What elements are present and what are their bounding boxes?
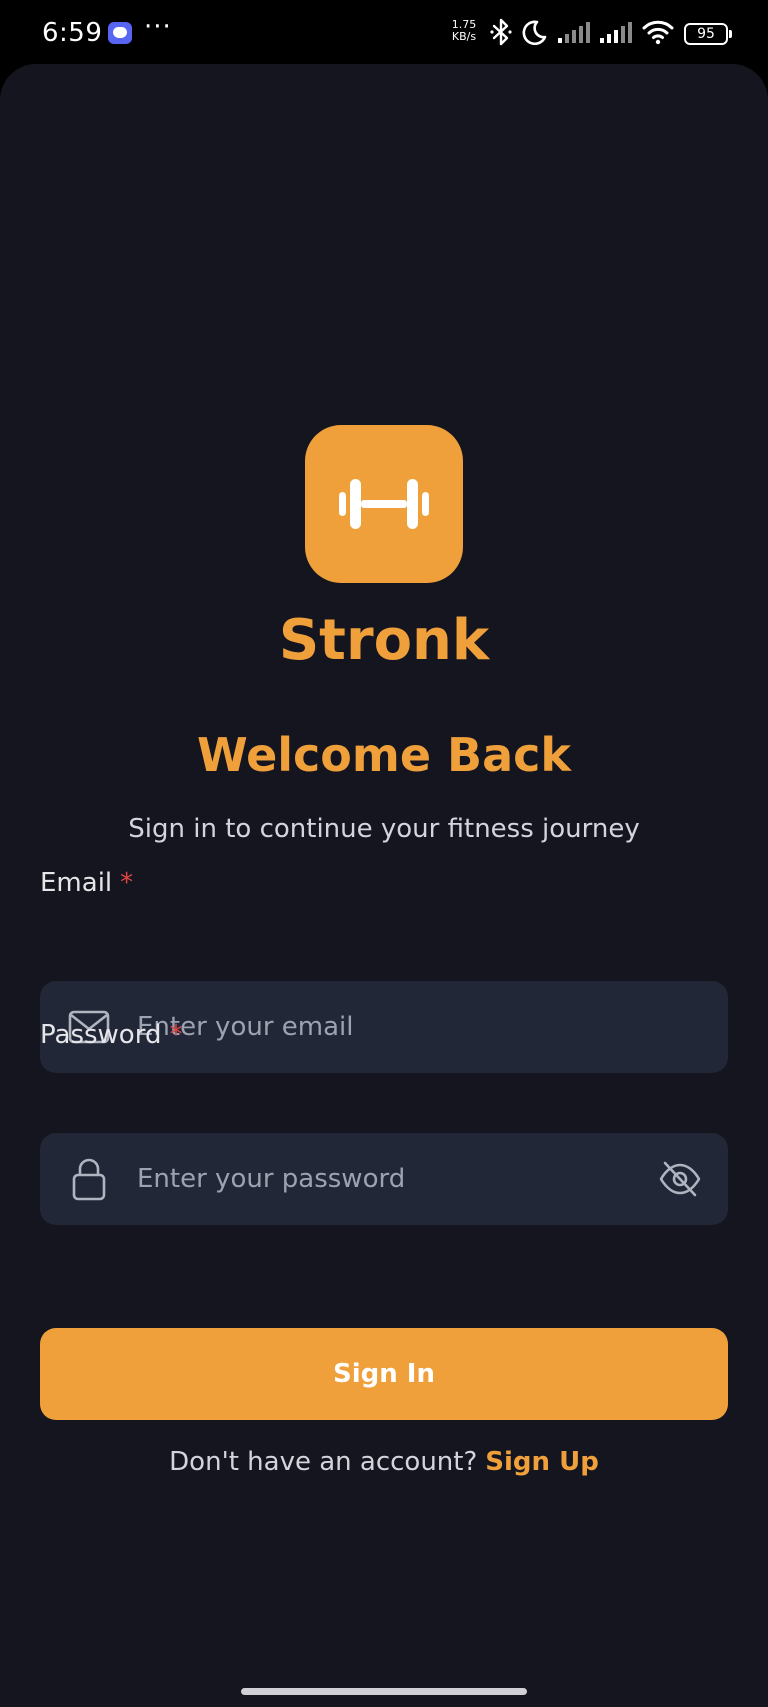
password-input[interactable] xyxy=(137,1133,607,1225)
app-logo xyxy=(305,425,463,583)
email-input[interactable] xyxy=(137,981,607,1073)
dumbbell-icon xyxy=(339,479,429,529)
do-not-disturb-moon-icon xyxy=(522,19,548,49)
cellular-signal-2-icon xyxy=(600,21,632,47)
discord-notification-icon xyxy=(108,22,132,44)
signup-prompt-row: Don't have an account? Sign Up xyxy=(0,1447,768,1477)
bluetooth-icon xyxy=(490,18,512,50)
battery-icon: 95 xyxy=(684,23,732,45)
signup-prompt-text: Don't have an account? xyxy=(169,1447,478,1477)
cellular-signal-icon xyxy=(558,21,590,47)
app-name: Stronk xyxy=(278,608,490,673)
eye-off-icon[interactable] xyxy=(658,1159,702,1199)
sign-up-link[interactable]: Sign Up xyxy=(485,1447,599,1477)
page-subtitle: Sign in to continue your fitness journey xyxy=(128,814,640,844)
required-mark: * xyxy=(120,868,134,898)
wifi-icon xyxy=(642,19,674,49)
sign-in-button[interactable]: Sign In xyxy=(40,1328,728,1420)
status-bar: 6:59 ··· 1.75 KB/s 95 xyxy=(0,0,768,64)
network-speed-unit: KB/s xyxy=(451,30,477,43)
required-mark: * xyxy=(169,1020,183,1050)
network-speed: 1.75 KB/s xyxy=(448,19,480,43)
password-label: Password * xyxy=(40,1020,182,1050)
email-label-text: Email xyxy=(40,868,113,898)
password-label-text: Password xyxy=(40,1020,162,1050)
home-indicator[interactable] xyxy=(241,1688,527,1695)
page-title: Welcome Back xyxy=(196,728,572,782)
status-time: 6:59 xyxy=(42,18,103,48)
more-notifications-icon: ··· xyxy=(144,12,172,42)
app-screen: Stronk Welcome Back Sign in to continue … xyxy=(0,64,768,1707)
status-icons: 95 xyxy=(480,18,732,50)
email-label: Email * xyxy=(40,868,133,898)
lock-icon xyxy=(72,1157,106,1205)
password-input-container[interactable] xyxy=(40,1133,728,1225)
